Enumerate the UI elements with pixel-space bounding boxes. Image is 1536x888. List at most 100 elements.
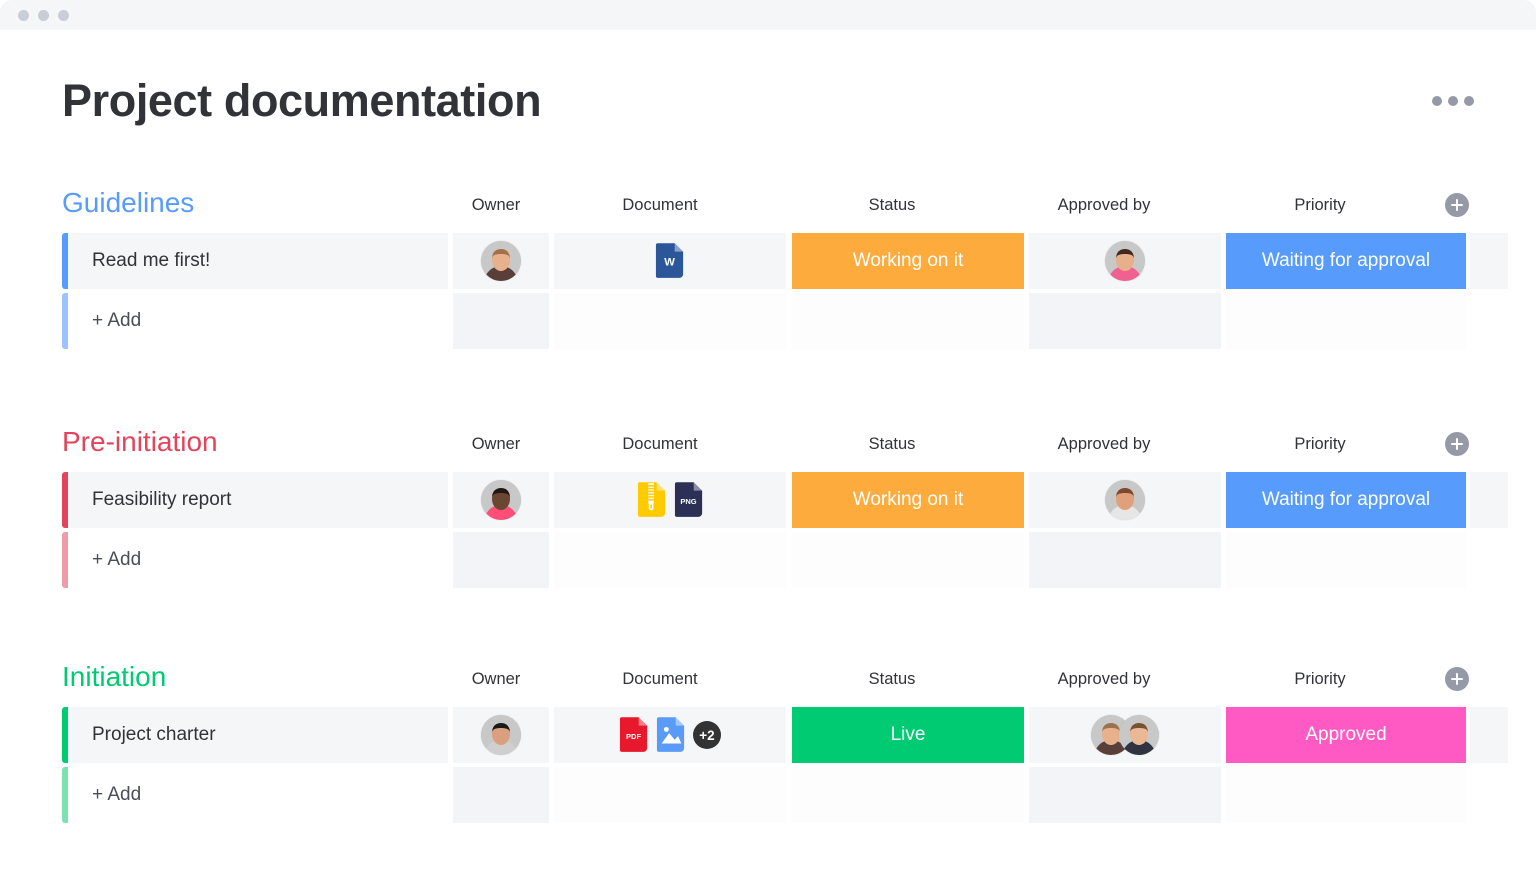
owner-cell[interactable]: [453, 707, 549, 763]
group-guidelines: Guidelines OwnerDocumentStatusApproved by…: [62, 185, 1474, 353]
priority-badge[interactable]: Approved: [1226, 707, 1466, 763]
add-item-button[interactable]: + Add: [68, 767, 448, 823]
row-tail-cell: [1470, 707, 1508, 763]
column-header-status[interactable]: Status: [776, 663, 1008, 695]
add-item-row[interactable]: + Add: [62, 293, 1474, 349]
column-header-status[interactable]: Status: [776, 189, 1008, 221]
group-header-row: Pre-initiation OwnerDocumentStatusApprove…: [62, 424, 1474, 470]
owner-cell[interactable]: [453, 233, 549, 289]
column-header-owner[interactable]: Owner: [448, 663, 544, 695]
status-cell[interactable]: Live: [792, 707, 1024, 763]
empty-cell: [554, 293, 786, 349]
avatar[interactable]: [1119, 715, 1159, 755]
status-cell[interactable]: Working on it: [792, 233, 1024, 289]
add-column-icon[interactable]: [1445, 667, 1469, 691]
group-header-row: Guidelines OwnerDocumentStatusApproved by…: [62, 185, 1474, 231]
close-dot[interactable]: [18, 10, 29, 21]
approved-by-cell[interactable]: [1029, 707, 1221, 763]
row-title-cell[interactable]: Read me first!: [68, 233, 448, 289]
table-row[interactable]: Feasibility report PNG Working on it Wait…: [62, 472, 1474, 528]
add-item-button[interactable]: + Add: [68, 532, 448, 588]
column-header-owner[interactable]: Owner: [448, 189, 544, 221]
column-header-document[interactable]: Document: [544, 428, 776, 460]
approved-by-cell[interactable]: [1029, 233, 1221, 289]
column-header-approved-by[interactable]: Approved by: [1008, 428, 1200, 460]
maximize-dot[interactable]: [58, 10, 69, 21]
empty-cell: [1470, 293, 1508, 349]
column-header-owner[interactable]: Owner: [448, 428, 544, 460]
status-badge[interactable]: Working on it: [792, 233, 1024, 289]
priority-cell[interactable]: Waiting for approval: [1226, 472, 1466, 528]
empty-cell: [792, 767, 1024, 823]
empty-cell: [554, 532, 786, 588]
status-cell[interactable]: Working on it: [792, 472, 1024, 528]
png-file-icon[interactable]: PNG: [674, 481, 704, 519]
priority-badge[interactable]: Waiting for approval: [1226, 472, 1466, 528]
zip-file-icon[interactable]: [637, 481, 667, 519]
column-header-bar: OwnerDocumentStatusApproved byPriority: [62, 663, 1474, 695]
status-badge[interactable]: Working on it: [792, 472, 1024, 528]
svg-text:W: W: [664, 257, 675, 269]
app-window: Project documentation GuidelinesOwnerDoc…: [0, 0, 1536, 888]
row-title-cell[interactable]: Project charter: [68, 707, 448, 763]
svg-text:PDF: PDF: [626, 732, 641, 741]
group-header-row: InitiationOwnerDocumentStatusApproved by…: [62, 659, 1474, 705]
group-title[interactable]: Guidelines: [62, 185, 194, 221]
pdf-file-icon[interactable]: PDF: [619, 716, 649, 754]
group-title[interactable]: Pre-initiation: [62, 424, 218, 460]
column-header-priority[interactable]: Priority: [1200, 663, 1440, 695]
table-row[interactable]: Read me first! W Working on it Waiting fo…: [62, 233, 1474, 289]
empty-cell: [453, 293, 549, 349]
document-cell[interactable]: PDF +2: [554, 707, 786, 763]
empty-cell: [1226, 293, 1466, 349]
minimize-dot[interactable]: [38, 10, 49, 21]
column-header-priority[interactable]: Priority: [1200, 189, 1440, 221]
avatar[interactable]: [1105, 241, 1145, 281]
add-item-row[interactable]: + Add: [62, 532, 1474, 588]
board-menu-button[interactable]: [1432, 96, 1474, 106]
status-badge[interactable]: Live: [792, 707, 1024, 763]
group-title[interactable]: Initiation: [62, 659, 166, 695]
more-documents-badge[interactable]: +2: [693, 721, 721, 749]
priority-cell[interactable]: Approved: [1226, 707, 1466, 763]
column-header-approved-by[interactable]: Approved by: [1008, 663, 1200, 695]
approved-by-cell[interactable]: [1029, 472, 1221, 528]
column-header-priority[interactable]: Priority: [1200, 428, 1440, 460]
page-title: Project documentation: [62, 78, 541, 123]
window-titlebar: [0, 0, 1536, 30]
owner-cell[interactable]: [453, 472, 549, 528]
row-title-cell[interactable]: Feasibility report: [68, 472, 448, 528]
priority-cell[interactable]: Waiting for approval: [1226, 233, 1466, 289]
add-item-button[interactable]: + Add: [68, 293, 448, 349]
avatar[interactable]: [481, 241, 521, 281]
avatar[interactable]: [1105, 480, 1145, 520]
avatar-group: [1091, 715, 1159, 755]
priority-badge[interactable]: Waiting for approval: [1226, 233, 1466, 289]
add-column-icon[interactable]: [1445, 193, 1469, 217]
kebab-dot-icon: [1464, 96, 1474, 106]
column-header-document[interactable]: Document: [544, 663, 776, 695]
avatar-group: [1105, 241, 1145, 281]
column-header-status[interactable]: Status: [776, 428, 1008, 460]
empty-cell: [554, 767, 786, 823]
empty-cell: [792, 532, 1024, 588]
row-tail-cell: [1470, 472, 1508, 528]
empty-cell: [453, 767, 549, 823]
empty-cell: [1029, 532, 1221, 588]
add-item-row[interactable]: + Add: [62, 767, 1474, 823]
document-cell[interactable]: PNG: [554, 472, 786, 528]
avatar[interactable]: [481, 480, 521, 520]
empty-cell: [453, 532, 549, 588]
image-file-icon[interactable]: [656, 716, 686, 754]
row-tail-cell: [1470, 233, 1508, 289]
column-header-approved-by[interactable]: Approved by: [1008, 189, 1200, 221]
avatar[interactable]: [481, 715, 521, 755]
board-page: Project documentation GuidelinesOwnerDoc…: [0, 30, 1536, 888]
add-column-icon[interactable]: [1445, 432, 1469, 456]
word-file-icon[interactable]: W: [655, 242, 685, 280]
table-row[interactable]: Project charter PDF +2Live Approved: [62, 707, 1474, 763]
column-header-document[interactable]: Document: [544, 189, 776, 221]
document-cell[interactable]: W: [554, 233, 786, 289]
empty-cell: [1470, 767, 1508, 823]
group-rows: Read me first! W Working on it Waiting fo…: [62, 233, 1474, 349]
